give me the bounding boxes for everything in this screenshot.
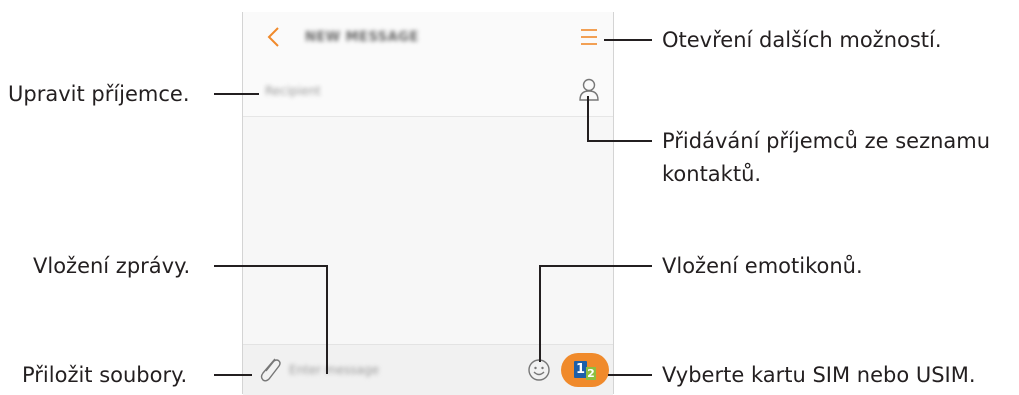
callout-line-edit-recipients: [214, 93, 259, 95]
label-add-from-contacts-2: kontaktů.: [662, 162, 762, 186]
compose-bar: Enter message 1 2: [243, 344, 613, 395]
callout-line-insert-message-v: [326, 265, 328, 374]
top-bar: NEW MESSAGE: [243, 12, 613, 67]
sim-select-button[interactable]: 1 2: [561, 353, 609, 387]
more-options-icon[interactable]: [579, 26, 599, 48]
label-more-options: Otevření dalších možností.: [662, 28, 942, 52]
label-add-from-contacts-1: Přidávání příjemců ze seznamu: [662, 129, 991, 153]
callout-line-emoticons-h: [539, 265, 652, 267]
callout-line-insert-message-h: [214, 265, 328, 267]
callout-line-attach: [214, 374, 252, 376]
recipient-field[interactable]: Recipient: [243, 66, 613, 117]
recipient-placeholder: Recipient: [265, 84, 321, 98]
contact-icon[interactable]: [577, 76, 601, 102]
message-input[interactable]: Enter message: [289, 363, 379, 377]
callout-line-emoticons-v: [539, 265, 541, 362]
sim-card-2-icon: 2: [586, 367, 596, 380]
callout-line-contacts-v: [587, 96, 589, 142]
label-insert-message: Vložení zprávy.: [33, 254, 191, 278]
callout-line-contacts-h: [587, 140, 652, 142]
callout-line-more-options: [604, 39, 652, 41]
back-icon[interactable]: [263, 24, 285, 50]
label-attach-files: Přiložit soubory.: [22, 363, 188, 387]
screen-title: NEW MESSAGE: [305, 30, 419, 45]
label-select-sim: Vyberte kartu SIM nebo USIM.: [662, 363, 976, 387]
attach-icon[interactable]: [255, 353, 283, 385]
callout-line-sim: [608, 374, 652, 376]
messaging-screen: NEW MESSAGE Recipient Enter message 1 2: [242, 12, 614, 395]
label-edit-recipients: Upravit příjemce.: [8, 82, 190, 106]
label-insert-emoticons: Vložení emotikonů.: [662, 254, 863, 278]
